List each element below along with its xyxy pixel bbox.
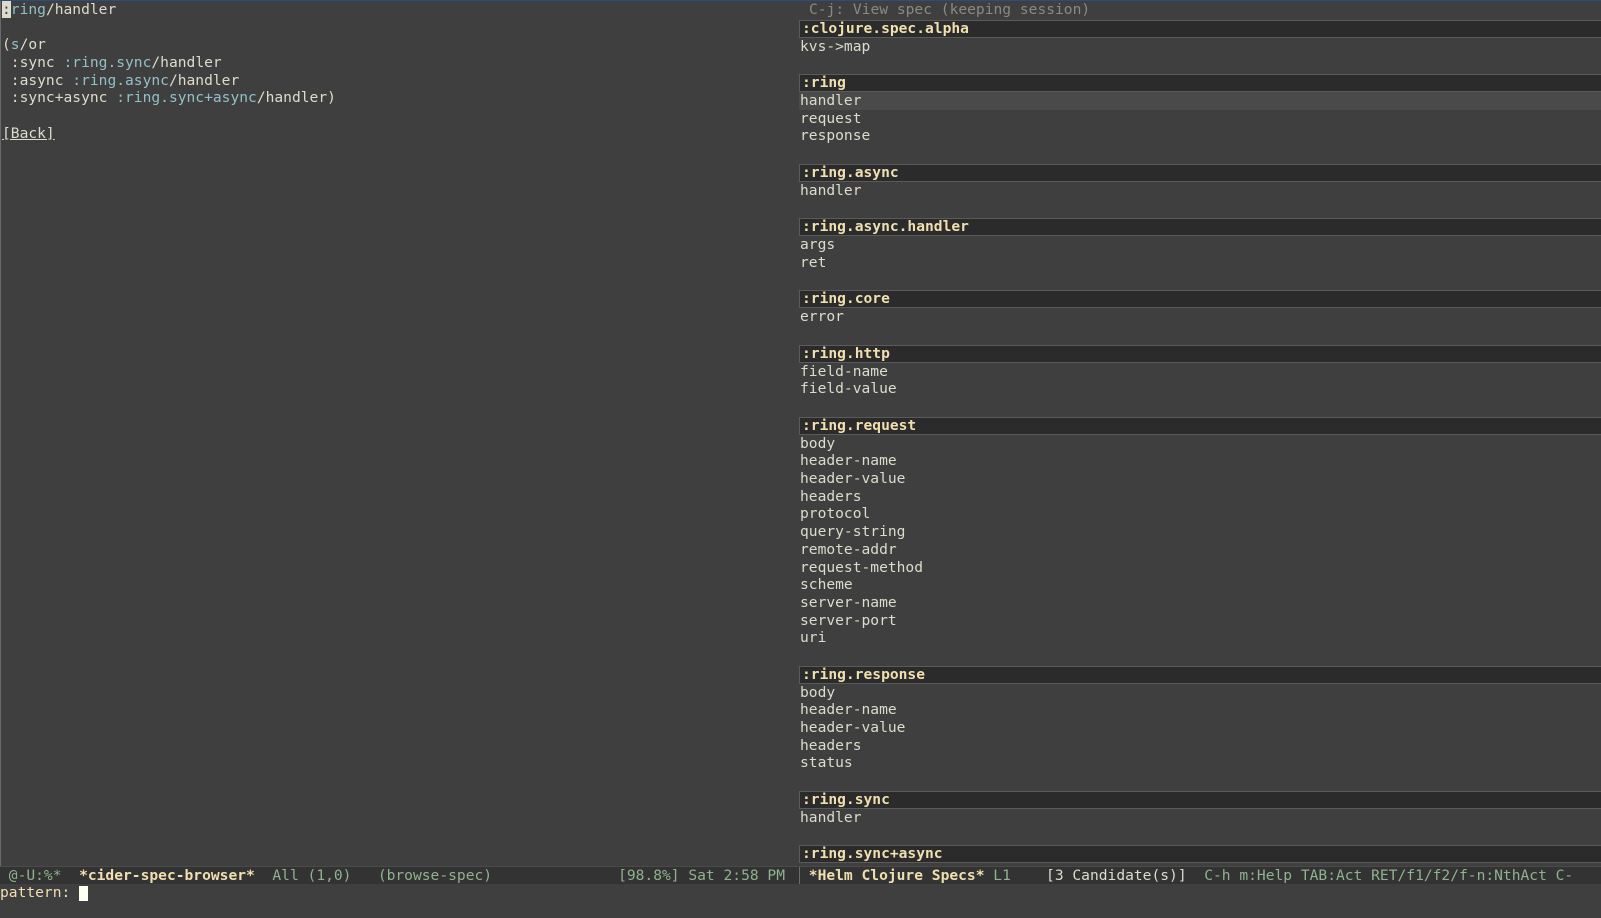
helm-source-header: :clojure.spec.alpha bbox=[799, 19, 1601, 38]
helm-candidate[interactable]: handler bbox=[799, 809, 1601, 827]
helm-candidate[interactable]: query-string bbox=[799, 523, 1601, 541]
spec-browser-buffer[interactable]: :ring/handler (s/or :sync :ring.sync/han… bbox=[0, 1, 799, 866]
helm-source-header: :ring.async bbox=[799, 163, 1601, 182]
spec-form-text: /handler bbox=[168, 71, 240, 89]
spec-form-text: /or bbox=[19, 36, 46, 54]
spec-title-namespace: ring bbox=[10, 1, 46, 18]
spec-link[interactable]: :ring.sync bbox=[64, 54, 152, 71]
spec-link[interactable]: :ring.async bbox=[72, 72, 169, 89]
mode-line-major-mode[interactable]: (browse-spec) bbox=[378, 867, 492, 884]
helm-source-header: :ring.sync bbox=[799, 790, 1601, 809]
mode-line-position: All (1,0) bbox=[254, 867, 378, 884]
spec-form-line: (s/or bbox=[2, 36, 799, 54]
spec-link[interactable]: s bbox=[11, 36, 20, 53]
helm-candidate[interactable]: header-value bbox=[799, 470, 1601, 488]
helm-candidate[interactable]: uri bbox=[799, 629, 1601, 647]
helm-source-header: :ring.sync+async bbox=[799, 845, 1601, 864]
spec-form-line: :sync+async :ring.sync+async/handler) bbox=[2, 89, 799, 107]
spec-form-line: :async :ring.async/handler bbox=[2, 72, 799, 90]
helm-candidate[interactable]: header-name bbox=[799, 452, 1601, 470]
helm-hint: C-j: View spec (keeping session) bbox=[809, 1, 1091, 18]
helm-candidate[interactable]: request-method bbox=[799, 559, 1601, 577]
helm-candidate[interactable]: header-value bbox=[799, 719, 1601, 737]
mode-line-candidate-count: [3 Candidate(s)] bbox=[1046, 867, 1187, 884]
mode-line-status: @-U:%* bbox=[0, 867, 80, 884]
spec-key: :sync+async bbox=[2, 89, 117, 107]
helm-candidate[interactable]: args bbox=[799, 236, 1601, 254]
mode-line-help-keys: C-h m:Help TAB:Act RET/f1/f2/f-n:NthAct … bbox=[1186, 867, 1574, 884]
minibuffer[interactable]: pattern: bbox=[0, 884, 1601, 902]
spec-key: :async bbox=[2, 71, 73, 89]
helm-candidate[interactable]: protocol bbox=[799, 505, 1601, 523]
helm-candidate[interactable]: body bbox=[799, 435, 1601, 453]
back-line: [Back] bbox=[2, 125, 799, 143]
minibuffer-prompt: pattern: bbox=[0, 884, 80, 901]
helm-candidate[interactable]: handler bbox=[799, 92, 1601, 110]
text-cursor: : bbox=[2, 1, 11, 18]
spec-key: :sync bbox=[2, 54, 64, 72]
helm-candidate[interactable]: remote-addr bbox=[799, 541, 1601, 559]
spec-form-text: /handler bbox=[151, 54, 222, 72]
mode-line-helm-line: L1 bbox=[984, 867, 1047, 884]
helm-candidate[interactable]: status bbox=[799, 754, 1601, 772]
helm-candidate[interactable]: scheme bbox=[799, 576, 1601, 594]
mode-line: @-U:%* *cider-spec-browser* All (1,0) (b… bbox=[0, 866, 1601, 884]
helm-candidate[interactable]: field-value bbox=[799, 380, 1601, 398]
helm-candidate[interactable]: ret bbox=[799, 254, 1601, 272]
mode-line-battery-time: [98.8%] Sat 2:58 PM bbox=[618, 867, 785, 884]
helm-candidate[interactable]: response bbox=[799, 127, 1601, 145]
spec-title: :ring/handler bbox=[2, 1, 799, 19]
helm-source-header: :ring.request bbox=[799, 416, 1601, 435]
spec-form-text: /handler) bbox=[256, 89, 336, 107]
helm-candidate[interactable]: request bbox=[799, 110, 1601, 128]
helm-source-header: :ring.response bbox=[799, 665, 1601, 684]
helm-source-header: :ring.core bbox=[799, 290, 1601, 309]
helm-groups: :clojure.spec.alpha kvs->map:ring handler r… bbox=[799, 19, 1601, 864]
helm-candidate[interactable]: headers bbox=[799, 488, 1601, 506]
mode-line-left: @-U:%* *cider-spec-browser* All (1,0) (b… bbox=[0, 867, 799, 884]
helm-candidate[interactable]: handler bbox=[799, 182, 1601, 200]
helm-candidate[interactable]: body bbox=[799, 684, 1601, 702]
helm-candidate[interactable]: headers bbox=[799, 737, 1601, 755]
helm-candidate[interactable]: kvs->map bbox=[799, 38, 1601, 56]
helm-candidate[interactable]: error bbox=[799, 308, 1601, 326]
helm-candidate[interactable]: field-name bbox=[799, 363, 1601, 381]
spec-title-name: /handler bbox=[45, 1, 117, 18]
mode-line-right: *Helm Clojure Specs* L1 [3 Candidate(s)]… bbox=[799, 867, 1601, 884]
helm-candidate[interactable]: server-name bbox=[799, 594, 1601, 612]
mode-line-helm-buffer-name[interactable]: *Helm Clojure Specs* bbox=[800, 867, 985, 884]
helm-candidates-buffer[interactable]: C-j: View spec (keeping session) :clojur… bbox=[799, 1, 1601, 866]
helm-candidate[interactable]: header-name bbox=[799, 701, 1601, 719]
mode-line-buffer-name[interactable]: *cider-spec-browser* bbox=[79, 867, 255, 884]
back-button[interactable]: [Back] bbox=[2, 125, 55, 142]
helm-source-header: :ring.async.handler bbox=[799, 218, 1601, 237]
paren: ( bbox=[2, 36, 11, 54]
helm-source-header: :ring bbox=[799, 74, 1601, 93]
helm-source-header: :ring.http bbox=[799, 344, 1601, 363]
helm-candidate[interactable]: server-port bbox=[799, 612, 1601, 630]
minibuffer-cursor[interactable] bbox=[79, 885, 89, 901]
spec-form-line: :sync :ring.sync/handler bbox=[2, 54, 799, 72]
spec-link[interactable]: :ring.sync+async bbox=[116, 89, 257, 106]
